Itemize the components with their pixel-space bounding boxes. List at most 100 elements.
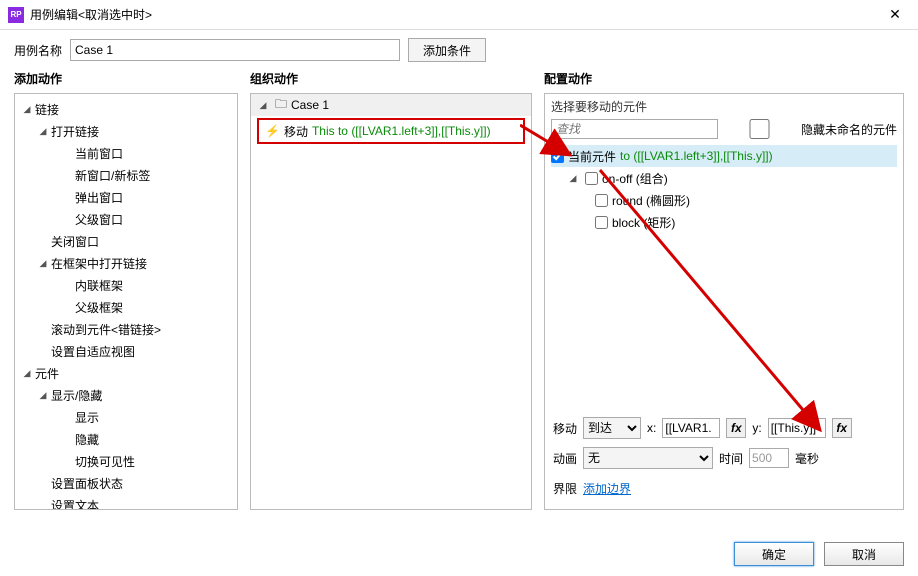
- round-checkbox[interactable]: [595, 194, 608, 207]
- case-name-input[interactable]: [70, 39, 400, 61]
- tree-label: 关闭窗口: [51, 233, 99, 250]
- tree-label: 滚动到元件<错链接>: [51, 321, 161, 338]
- case-label: Case 1: [291, 98, 329, 112]
- chevron-down-icon: ◢: [37, 125, 49, 137]
- anim-mode-select[interactable]: 无: [583, 447, 713, 469]
- chevron-down-icon: ◢: [37, 257, 49, 269]
- current-widget-row[interactable]: 当前元件 to ([[LVAR1.left+3]],[[This.y]]): [551, 145, 897, 167]
- spacer: [37, 477, 49, 489]
- tree-item[interactable]: ◢显示/隐藏: [15, 384, 237, 406]
- tree-item[interactable]: 新窗口/新标签: [15, 164, 237, 186]
- ok-button[interactable]: 确定: [734, 542, 814, 566]
- group-row[interactable]: ◢ on-off (组合): [551, 167, 897, 189]
- bound-label: 界限: [553, 480, 577, 497]
- spacer: [37, 345, 49, 357]
- spacer: [37, 323, 49, 335]
- tree-item[interactable]: 设置文本: [15, 494, 237, 510]
- move-action-row[interactable]: ⚡ 移动 This to ([[LVAR1.left+3]],[[This.y]…: [257, 118, 525, 144]
- tree-label: 弹出窗口: [75, 189, 123, 206]
- tree-item[interactable]: 显示: [15, 406, 237, 428]
- tree-item[interactable]: 设置自适应视图: [15, 340, 237, 362]
- fx-x-button[interactable]: fx: [726, 418, 746, 438]
- hide-unnamed-checkbox[interactable]: [724, 119, 795, 139]
- folder-icon: 🗀: [275, 95, 287, 116]
- tree-item[interactable]: ◢元件: [15, 362, 237, 384]
- titlebar: RP 用例编辑<取消选中时> ✕: [0, 0, 918, 30]
- close-icon[interactable]: ✕: [880, 0, 910, 30]
- spacer: [61, 191, 73, 203]
- group-checkbox[interactable]: [585, 172, 598, 185]
- app-icon: RP: [8, 7, 24, 23]
- tree-item[interactable]: 设置面板状态: [15, 472, 237, 494]
- lightning-icon: ⚡: [265, 124, 280, 138]
- case-name-label: 用例名称: [14, 42, 62, 59]
- tree-label: 打开链接: [51, 123, 99, 140]
- select-widget-label: 选择要移动的元件: [551, 98, 897, 115]
- tree-item[interactable]: 切换可见性: [15, 450, 237, 472]
- tree-label: 元件: [35, 365, 59, 382]
- tree-label: 设置自适应视图: [51, 343, 135, 360]
- tree-item[interactable]: 内联框架: [15, 274, 237, 296]
- move-label: 移动: [553, 420, 577, 437]
- tree-item[interactable]: 当前窗口: [15, 142, 237, 164]
- search-input[interactable]: [551, 119, 718, 139]
- tree-item[interactable]: ◢在框架中打开链接: [15, 252, 237, 274]
- block-row[interactable]: block (矩形): [551, 211, 897, 233]
- action-tree-panel[interactable]: ◢链接◢打开链接当前窗口新窗口/新标签弹出窗口父级窗口关闭窗口◢在框架中打开链接…: [14, 93, 238, 510]
- configure-panel: 选择要移动的元件 隐藏未命名的元件 当前元件 to ([[LVAR1.left+…: [544, 93, 904, 510]
- x-input[interactable]: [662, 418, 720, 438]
- spacer: [61, 301, 73, 313]
- tree-label: 新窗口/新标签: [75, 167, 150, 184]
- hide-unnamed-label: 隐藏未命名的元件: [801, 121, 897, 138]
- tree-item[interactable]: ◢链接: [15, 98, 237, 120]
- current-checkbox[interactable]: [551, 150, 564, 163]
- fx-y-button[interactable]: fx: [832, 418, 852, 438]
- tree-label: 设置面板状态: [51, 475, 123, 492]
- spacer: [61, 411, 73, 423]
- tree-label: 显示/隐藏: [51, 387, 102, 404]
- chevron-down-icon: ◢: [21, 367, 33, 379]
- add-boundary-link[interactable]: 添加边界: [583, 480, 631, 497]
- case-row[interactable]: ◢ 🗀 Case 1: [251, 94, 531, 116]
- time-unit: 毫秒: [795, 450, 819, 467]
- organize-title: 组织动作: [250, 70, 532, 87]
- tree-label: 在框架中打开链接: [51, 255, 147, 272]
- tree-label: 当前窗口: [75, 145, 123, 162]
- tree-item[interactable]: 弹出窗口: [15, 186, 237, 208]
- action-name: 移动: [284, 123, 308, 140]
- spacer: [61, 433, 73, 445]
- tree-item[interactable]: 父级窗口: [15, 208, 237, 230]
- chevron-down-icon: ◢: [21, 103, 33, 115]
- chevron-down-icon: ◢: [257, 99, 269, 111]
- chevron-down-icon: ◢: [567, 172, 579, 184]
- action-detail: This to ([[LVAR1.left+3]],[[This.y]]): [312, 124, 491, 138]
- y-label: y:: [752, 421, 761, 435]
- add-condition-button[interactable]: 添加条件: [408, 38, 486, 62]
- tree-label: 隐藏: [75, 431, 99, 448]
- tree-item[interactable]: 隐藏: [15, 428, 237, 450]
- spacer: [61, 147, 73, 159]
- tree-label: 切换可见性: [75, 453, 135, 470]
- time-input[interactable]: [749, 448, 789, 468]
- tree-label: 设置文本: [51, 497, 99, 511]
- spacer: [37, 499, 49, 510]
- block-label: block (矩形): [612, 214, 675, 231]
- tree-item[interactable]: 父级框架: [15, 296, 237, 318]
- tree-item[interactable]: ◢打开链接: [15, 120, 237, 142]
- anim-label: 动画: [553, 450, 577, 467]
- time-label: 时间: [719, 450, 743, 467]
- current-detail: to ([[LVAR1.left+3]],[[This.y]]): [620, 149, 773, 163]
- current-label: 当前元件: [568, 148, 616, 165]
- group-label: on-off (组合): [602, 170, 668, 187]
- organize-panel: ◢ 🗀 Case 1 ⚡ 移动 This to ([[LVAR1.left+3]…: [250, 93, 532, 510]
- tree-item[interactable]: 滚动到元件<错链接>: [15, 318, 237, 340]
- cancel-button[interactable]: 取消: [824, 542, 904, 566]
- tree-item[interactable]: 关闭窗口: [15, 230, 237, 252]
- block-checkbox[interactable]: [595, 216, 608, 229]
- x-label: x:: [647, 421, 656, 435]
- move-mode-select[interactable]: 到达: [583, 417, 641, 439]
- y-input[interactable]: [768, 418, 826, 438]
- round-row[interactable]: round (椭圆形): [551, 189, 897, 211]
- tree-label: 父级框架: [75, 299, 123, 316]
- tree-label: 显示: [75, 409, 99, 426]
